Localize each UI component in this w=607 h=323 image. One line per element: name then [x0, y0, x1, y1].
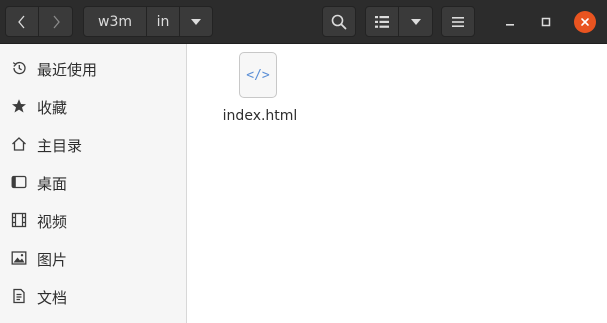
breadcrumb-in[interactable]: in — [146, 6, 180, 37]
list-view-button[interactable] — [365, 6, 399, 37]
view-options-button[interactable] — [398, 6, 433, 37]
back-button[interactable] — [5, 6, 39, 37]
home-icon — [11, 136, 27, 152]
clock-icon — [11, 60, 27, 76]
chevron-left-icon — [18, 15, 25, 28]
minimize-button[interactable] — [499, 11, 521, 33]
search-button[interactable] — [322, 6, 356, 37]
breadcrumb-w3m[interactable]: w3m — [83, 6, 147, 37]
sidebar-item-pictures[interactable]: 图片 — [0, 239, 186, 277]
sidebar-item-label: 收藏 — [37, 99, 68, 117]
minimize-icon — [506, 24, 514, 26]
list-view-icon — [375, 15, 389, 28]
header-bar: w3m in — [0, 0, 607, 44]
film-icon — [11, 212, 27, 228]
sidebar-item-desktop[interactable]: 桌面 — [0, 163, 186, 201]
path-menu-button[interactable] — [179, 6, 213, 37]
forward-button[interactable] — [38, 6, 73, 37]
sidebar-item-label: 视频 — [37, 213, 68, 231]
maximize-button[interactable] — [535, 11, 557, 33]
sidebar-item-recent[interactable]: 最近使用 — [0, 49, 186, 87]
sidebar-item-label: 图片 — [37, 251, 68, 269]
sidebar-item-label: 最近使用 — [37, 61, 98, 79]
sidebar-item-starred[interactable]: 收藏 — [0, 87, 186, 125]
maximize-icon — [541, 17, 551, 27]
close-button[interactable] — [574, 11, 596, 33]
html-file-icon: </> — [239, 52, 277, 98]
caret-down-icon — [410, 18, 421, 25]
file-name: index.html — [222, 108, 298, 124]
chevron-right-icon — [53, 15, 60, 28]
image-icon — [11, 250, 27, 266]
star-icon — [11, 98, 27, 114]
sidebar-item-label: 主目录 — [37, 137, 83, 155]
sidebar: 最近使用 收藏 主目录 桌面 视频 图片 文档 — [0, 44, 187, 323]
document-icon — [11, 288, 27, 304]
sidebar-item-home[interactable]: 主目录 — [0, 125, 186, 163]
caret-down-icon — [191, 18, 201, 25]
file-view: </> index.html — [188, 44, 607, 323]
desktop-icon — [11, 174, 27, 190]
search-icon — [331, 14, 347, 29]
file-item-index-html[interactable]: </> index.html — [218, 52, 302, 132]
sidebar-item-label: 文档 — [37, 289, 68, 307]
hamburger-menu-icon — [452, 16, 464, 27]
sidebar-item-label: 桌面 — [37, 175, 68, 193]
main-menu-button[interactable] — [441, 6, 475, 37]
close-icon — [581, 18, 589, 26]
sidebar-item-videos[interactable]: 视频 — [0, 201, 186, 239]
sidebar-item-documents[interactable]: 文档 — [0, 277, 186, 315]
